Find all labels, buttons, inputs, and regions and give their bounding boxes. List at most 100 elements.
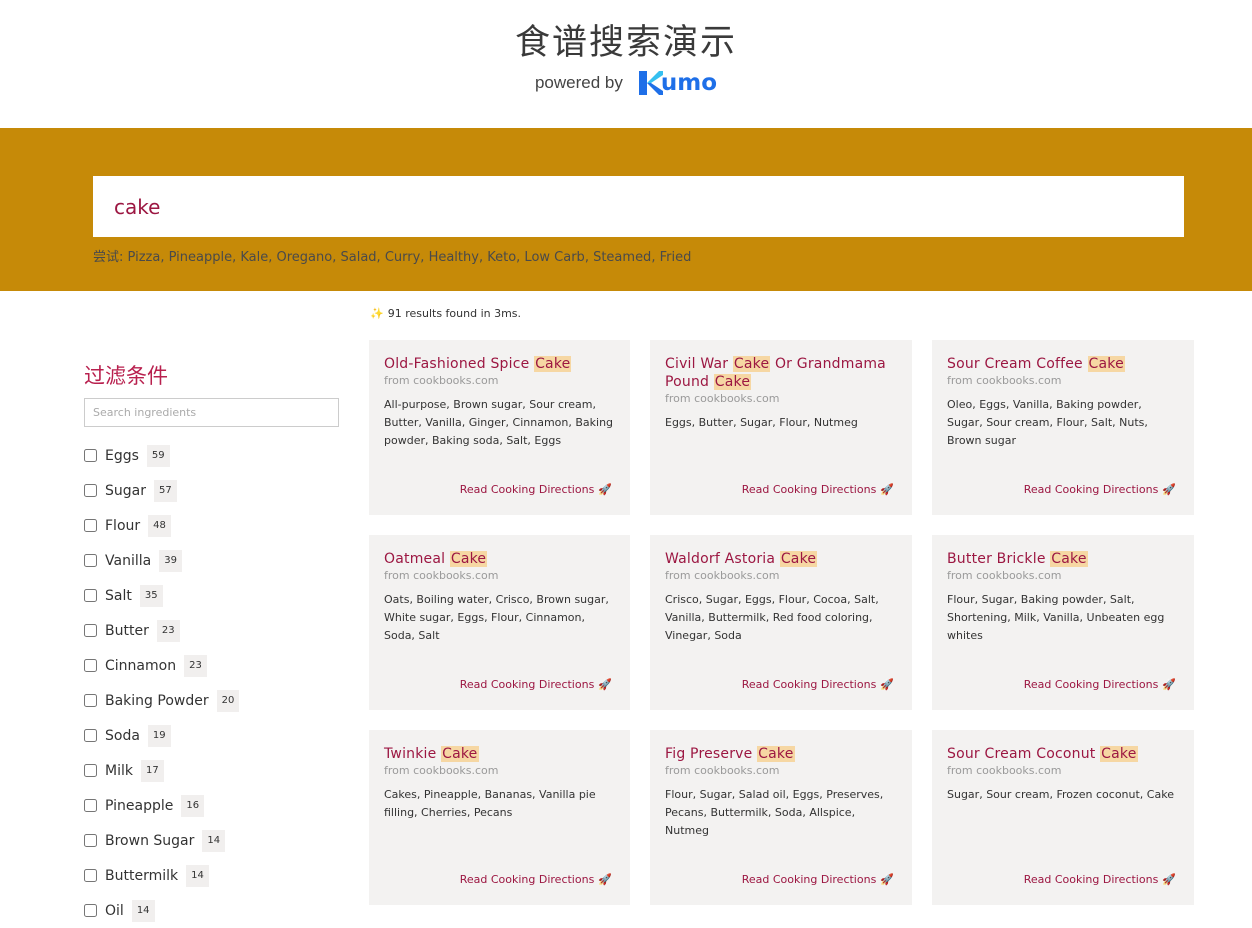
read-directions-link[interactable]: Read Cooking Directions 🚀 (1024, 873, 1176, 886)
facet-checkbox[interactable] (84, 799, 97, 812)
recipe-title[interactable]: Old-Fashioned Spice Cake (384, 355, 615, 373)
recipe-card: Butter Brickle Cake from cookbooks.com Flo… (932, 535, 1194, 710)
facet-label: Butter (105, 622, 149, 639)
suggest-prefix: 尝试: (93, 250, 124, 265)
read-directions-label: Read Cooking Directions (1023, 678, 1159, 691)
facet-label: Vanilla (105, 552, 152, 569)
recipe-source: from cookbooks.com (947, 764, 1062, 777)
rocket-icon: 🚀 (1162, 483, 1176, 496)
recipe-title[interactable]: Twinkie Cake (384, 745, 615, 763)
rocket-icon: 🚀 (880, 678, 894, 691)
search-input[interactable]: cake (93, 176, 1184, 237)
facet-item[interactable]: Soda 19 (84, 718, 340, 753)
recipe-title[interactable]: Waldorf Astoria Cake (665, 550, 897, 568)
suggestion-link[interactable]: Keto (483, 250, 516, 265)
search-band: cake 尝试: Pizza, Pineapple, Kale, Oregano… (0, 128, 1252, 291)
read-directions-label: Read Cooking Directions (741, 483, 877, 496)
suggestion-link[interactable]: Curry (381, 250, 420, 265)
recipe-source: from cookbooks.com (665, 569, 780, 582)
kumo-logo-text: umo (660, 70, 718, 96)
recipe-card: Civil War Cake Or Grandmama Pound Cake fr… (650, 340, 912, 515)
facet-item[interactable]: Flour 48 (84, 508, 340, 543)
facet-count-badge: 35 (139, 584, 163, 607)
facet-item[interactable]: Milk 17 (84, 753, 340, 788)
facet-checkbox[interactable] (84, 589, 97, 602)
facet-item[interactable]: Buttermilk 14 (84, 858, 340, 893)
recipe-ingredients: Oats, Boiling water, Crisco, Brown sugar… (384, 593, 609, 642)
facet-item[interactable]: Eggs 59 (84, 438, 340, 473)
facet-label: Sugar (105, 482, 146, 499)
suggestion-link[interactable]: Pineapple (164, 250, 233, 265)
facet-item[interactable]: Sugar 57 (84, 473, 340, 508)
recipe-source: from cookbooks.com (665, 392, 780, 405)
ingredient-search-input[interactable] (84, 398, 339, 427)
facet-checkbox[interactable] (84, 659, 97, 672)
title-text: Twinkie (384, 746, 442, 762)
facet-checkbox[interactable] (84, 904, 97, 917)
title-text: Old-Fashioned Spice (384, 356, 535, 372)
facet-checkbox[interactable] (84, 834, 97, 847)
facet-item[interactable]: Pineapple 16 (84, 788, 340, 823)
kumo-logo[interactable]: umo (637, 70, 717, 96)
facet-item[interactable]: Oil 14 (84, 893, 340, 928)
read-directions-link[interactable]: Read Cooking Directions 🚀 (460, 873, 612, 886)
recipe-title[interactable]: Oatmeal Cake (384, 550, 615, 568)
facet-item[interactable]: Baking Powder 20 (84, 683, 340, 718)
facet-item[interactable]: Salt 35 (84, 578, 340, 613)
facet-count-badge: 20 (216, 689, 240, 712)
suggestion-link[interactable]: Salad (336, 250, 376, 265)
read-directions-label: Read Cooking Directions (459, 483, 595, 496)
title-text: Oatmeal (384, 551, 450, 567)
title-text: Sour Cream Coconut (947, 746, 1101, 762)
results-info: ✨ 91 results found in 3ms. (370, 307, 521, 320)
highlight-term: Cake (534, 356, 572, 372)
suggestion-link[interactable]: Pizza (128, 250, 161, 265)
facet-label: Flour (105, 517, 141, 534)
read-directions-link[interactable]: Read Cooking Directions 🚀 (460, 678, 612, 691)
facet-count-badge: 59 (146, 444, 170, 467)
facet-checkbox[interactable] (84, 484, 97, 497)
recipe-title[interactable]: Butter Brickle Cake (947, 550, 1179, 568)
facet-count-badge: 14 (131, 899, 155, 922)
suggestion-link[interactable]: Oregano (272, 250, 333, 265)
facet-checkbox[interactable] (84, 694, 97, 707)
highlight-term: Cake (1087, 356, 1125, 372)
facet-checkbox[interactable] (84, 764, 97, 777)
facet-checkbox[interactable] (84, 869, 97, 882)
suggestion-link[interactable]: Fried (655, 250, 692, 265)
facet-item[interactable]: Vanilla 39 (84, 543, 340, 578)
recipe-title[interactable]: Fig Preserve Cake (665, 745, 897, 763)
facet-checkbox[interactable] (84, 554, 97, 567)
recipe-title[interactable]: Civil War Cake Or Grandmama Pound Cake (665, 355, 897, 391)
read-directions-link[interactable]: Read Cooking Directions 🚀 (460, 483, 612, 496)
title-text: Civil War (665, 356, 733, 372)
read-directions-link[interactable]: Read Cooking Directions 🚀 (1024, 483, 1176, 496)
facet-checkbox[interactable] (84, 729, 97, 742)
read-directions-link[interactable]: Read Cooking Directions 🚀 (742, 873, 894, 886)
suggestion-link[interactable]: Healthy (424, 250, 479, 265)
suggestion-link[interactable]: Steamed (589, 250, 651, 265)
facet-label: Pineapple (105, 797, 174, 814)
facet-item[interactable]: Brown Sugar 14 (84, 823, 340, 858)
read-directions-link[interactable]: Read Cooking Directions 🚀 (742, 483, 894, 496)
recipe-title[interactable]: Sour Cream Coconut Cake (947, 745, 1179, 763)
read-directions-link[interactable]: Read Cooking Directions 🚀 (1024, 678, 1176, 691)
recipe-title[interactable]: Sour Cream Coffee Cake (947, 355, 1179, 373)
facet-checkbox[interactable] (84, 449, 97, 462)
recipe-card: Fig Preserve Cake from cookbooks.com Flour… (650, 730, 912, 905)
recipe-card: Sour Cream Coffee Cake from cookbooks.com… (932, 340, 1194, 515)
recipe-card: Waldorf Astoria Cake from cookbooks.com Cr… (650, 535, 912, 710)
facet-item[interactable]: Butter 23 (84, 613, 340, 648)
rocket-icon: 🚀 (880, 483, 894, 496)
highlight-term: Cake (732, 356, 771, 372)
facet-label: Salt (105, 587, 132, 604)
facet-item[interactable]: Cinnamon 23 (84, 648, 340, 683)
suggestion-link[interactable]: Kale (236, 250, 268, 265)
highlight-term: Cake (1050, 551, 1088, 567)
rocket-icon: 🚀 (598, 873, 612, 886)
facet-checkbox[interactable] (84, 624, 97, 637)
facet-checkbox[interactable] (84, 519, 97, 532)
highlight-term: Cake (779, 551, 818, 567)
suggestion-link[interactable]: Low Carb (520, 250, 584, 265)
read-directions-link[interactable]: Read Cooking Directions 🚀 (742, 678, 894, 691)
